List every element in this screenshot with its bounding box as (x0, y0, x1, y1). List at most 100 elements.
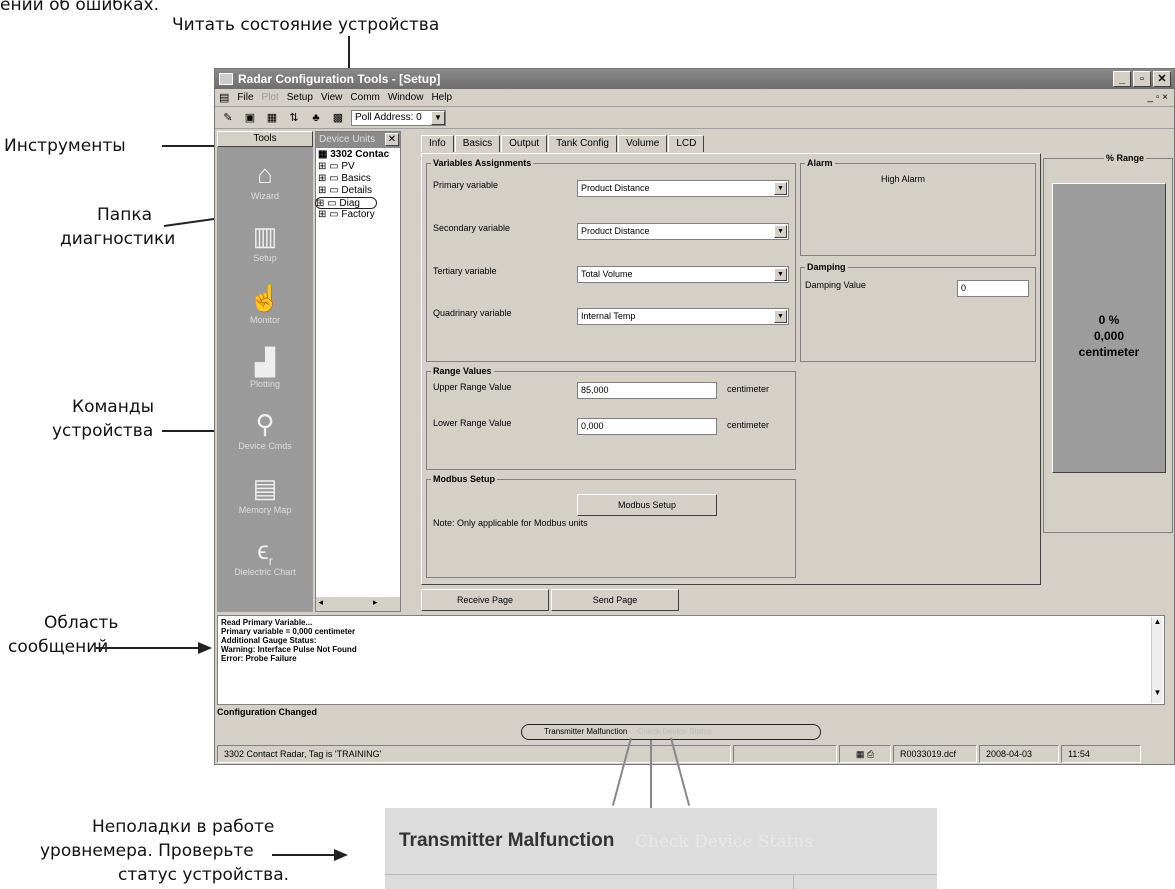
damping-group: Damping Damping Value 0 (800, 262, 1036, 362)
config-changed-text: Configuration Changed (217, 707, 317, 717)
message-line: Error: Probe Failure (221, 654, 297, 663)
tree-item-details[interactable]: ⊞ ▭ Details (318, 185, 398, 197)
tree-item-diag[interactable]: ⊞ ▭ Diag (315, 197, 377, 209)
output-panel: Variables Assignments Primary variable P… (421, 153, 1041, 585)
range-unit: centimeter (1078, 345, 1140, 359)
tree-item-pv[interactable]: ⊞ ▭ PV (318, 161, 398, 173)
tree-item-factory[interactable]: ⊞ ▭ Factory (318, 209, 398, 221)
tertiary-variable-select[interactable]: Total Volume ▼ (577, 266, 789, 283)
poll-address-select[interactable]: Poll Address: 0 ▼ (351, 109, 446, 126)
poll-address-value: Poll Address: 0 (355, 112, 422, 123)
tool-memory-map[interactable]: ▤ Memory Map (217, 471, 313, 515)
memory-map-icon: ▤ (252, 473, 278, 503)
network-icon: ▦ (855, 749, 865, 759)
send-page-button[interactable]: Send Page (551, 589, 679, 611)
message-line: Additional Gauge Status: (221, 636, 317, 645)
app-window: Radar Configuration Tools - [Setup] _ ▫ … (214, 68, 1175, 765)
tree-root[interactable]: ▦ 3302 Contac (318, 149, 398, 161)
modbus-legend: Modbus Setup (433, 474, 495, 484)
tools-header: Tools (217, 131, 313, 147)
menu-comm[interactable]: Comm (350, 92, 379, 103)
upper-range-label: Upper Range Value (433, 382, 512, 392)
message-scrollbar[interactable]: ▲ ▼ (1151, 617, 1163, 703)
lower-range-input[interactable]: 0,000 (577, 418, 717, 435)
tool-monitor[interactable]: ☝ Monitor (217, 281, 313, 325)
callout-commands-1: Команды (72, 397, 155, 417)
close-button[interactable]: ✕ (1153, 71, 1171, 87)
tab-basics[interactable]: Basics (454, 135, 501, 152)
wizard-icon: ⌂ (257, 159, 273, 189)
mdi-controls[interactable]: _ ▫ × (1147, 92, 1174, 103)
callout-diag-1: Папка (97, 205, 153, 225)
menu-bar: ▤ File Plot Setup View Comm Window Help … (215, 89, 1174, 107)
monitor-icon[interactable]: ▩ (329, 111, 347, 125)
chevron-down-icon: ▼ (774, 225, 787, 238)
tool-dielectric-chart[interactable]: ϵr Dielectric Chart (217, 533, 313, 577)
tool-plotting[interactable]: ▟ Plotting (217, 345, 313, 389)
toolbar: ✎ ▣ ▦ ⇅ ♣ ▩ Poll Address: 0 ▼ (215, 107, 1174, 129)
tree-item-label: Basics (341, 173, 371, 184)
tree-scrollbar[interactable]: ◂ ▸ (316, 597, 400, 611)
tree-item-label: Diag (339, 198, 360, 209)
tab-lcd[interactable]: LCD (668, 135, 705, 152)
alarm-value: High Alarm (881, 174, 926, 184)
primary-variable-value: Product Distance (581, 183, 650, 193)
save-icon[interactable]: ▣ (241, 111, 259, 125)
tree-header: Device Units (319, 134, 376, 145)
quadrinary-variable-select[interactable]: Internal Temp ▼ (577, 308, 789, 325)
message-area[interactable]: Read Primary Variable... Primary variabl… (217, 615, 1165, 705)
tab-info[interactable]: Info (421, 135, 454, 152)
tool-label: Device Cmds (238, 441, 292, 451)
zoom-inset: Transmitter Malfunction Check Device Sta… (385, 808, 937, 889)
title-bar: Radar Configuration Tools - [Setup] _ ▫ … (215, 69, 1174, 89)
tool-label: Wizard (250, 191, 279, 201)
tool-wizard[interactable]: ⌂ Wizard (217, 157, 313, 201)
status-time: 11:54 (1061, 745, 1141, 763)
damping-input[interactable]: 0 (957, 280, 1029, 297)
alarm-group: Alarm High Alarm (800, 158, 1036, 256)
tree-item-basics[interactable]: ⊞ ▭ Basics (318, 173, 398, 185)
menu-view[interactable]: View (321, 92, 343, 103)
printer-icon: ⎙ (866, 749, 875, 759)
secondary-variable-value: Product Distance (581, 226, 650, 236)
menu-window[interactable]: Window (388, 92, 424, 103)
print-icon[interactable]: ▦ (263, 111, 281, 125)
callout-diag-2: диагностики (60, 229, 176, 249)
device-commands-icon: ⚲ (255, 409, 275, 439)
variables-group: Variables Assignments Primary variable P… (426, 158, 796, 362)
primary-variable-select[interactable]: Product Distance ▼ (577, 180, 789, 197)
modbus-setup-button[interactable]: Modbus Setup (577, 494, 717, 516)
tab-output[interactable]: Output (501, 135, 548, 152)
menu-plot[interactable]: Plot (262, 92, 279, 103)
menu-help[interactable]: Help (431, 92, 452, 103)
tool-label: Memory Map (238, 505, 292, 515)
tools-panel: Tools ⌂ Wizard ▥ Setup ☝ Monitor ▟ Plott… (217, 131, 313, 612)
menu-file[interactable]: File (237, 92, 253, 103)
callout-commands-2: устройства (52, 421, 154, 441)
tab-volume[interactable]: Volume (617, 135, 668, 152)
setup-icon: ▥ (252, 221, 278, 251)
close-icon[interactable]: ✕ (385, 133, 399, 146)
open-icon[interactable]: ✎ (219, 111, 237, 125)
maximize-button[interactable]: ▫ (1133, 71, 1151, 87)
read-status-icon[interactable]: ♣ (307, 111, 325, 125)
range-values-legend: Range Values (433, 366, 492, 376)
upper-range-input[interactable]: 85,000 (577, 382, 717, 399)
monitor-icon: ☝ (248, 283, 282, 313)
menu-setup[interactable]: Setup (287, 92, 313, 103)
quadrinary-variable-value: Internal Temp (581, 311, 636, 321)
lower-range-unit: centimeter (727, 420, 770, 430)
range-values-group: Range Values Upper Range Value 85,000 ce… (426, 366, 796, 470)
status-blank (733, 745, 837, 763)
receive-page-button[interactable]: Receive Page (421, 589, 549, 611)
device-tree: Device Units ✕ ▦ 3302 Contac ⊞ ▭ PV ⊞ ▭ B… (315, 131, 401, 612)
read-icon[interactable]: ⇅ (285, 111, 303, 125)
tab-tank-config[interactable]: Tank Config (548, 135, 617, 152)
secondary-variable-select[interactable]: Product Distance ▼ (577, 223, 789, 240)
tree-item-label: Factory (341, 209, 375, 220)
tool-setup[interactable]: ▥ Setup (217, 219, 313, 263)
tertiary-variable-value: Total Volume (581, 269, 633, 279)
tool-device-commands[interactable]: ⚲ Device Cmds (217, 407, 313, 451)
minimize-button[interactable]: _ (1113, 71, 1131, 87)
tree-root-label: 3302 Contac (330, 149, 390, 160)
